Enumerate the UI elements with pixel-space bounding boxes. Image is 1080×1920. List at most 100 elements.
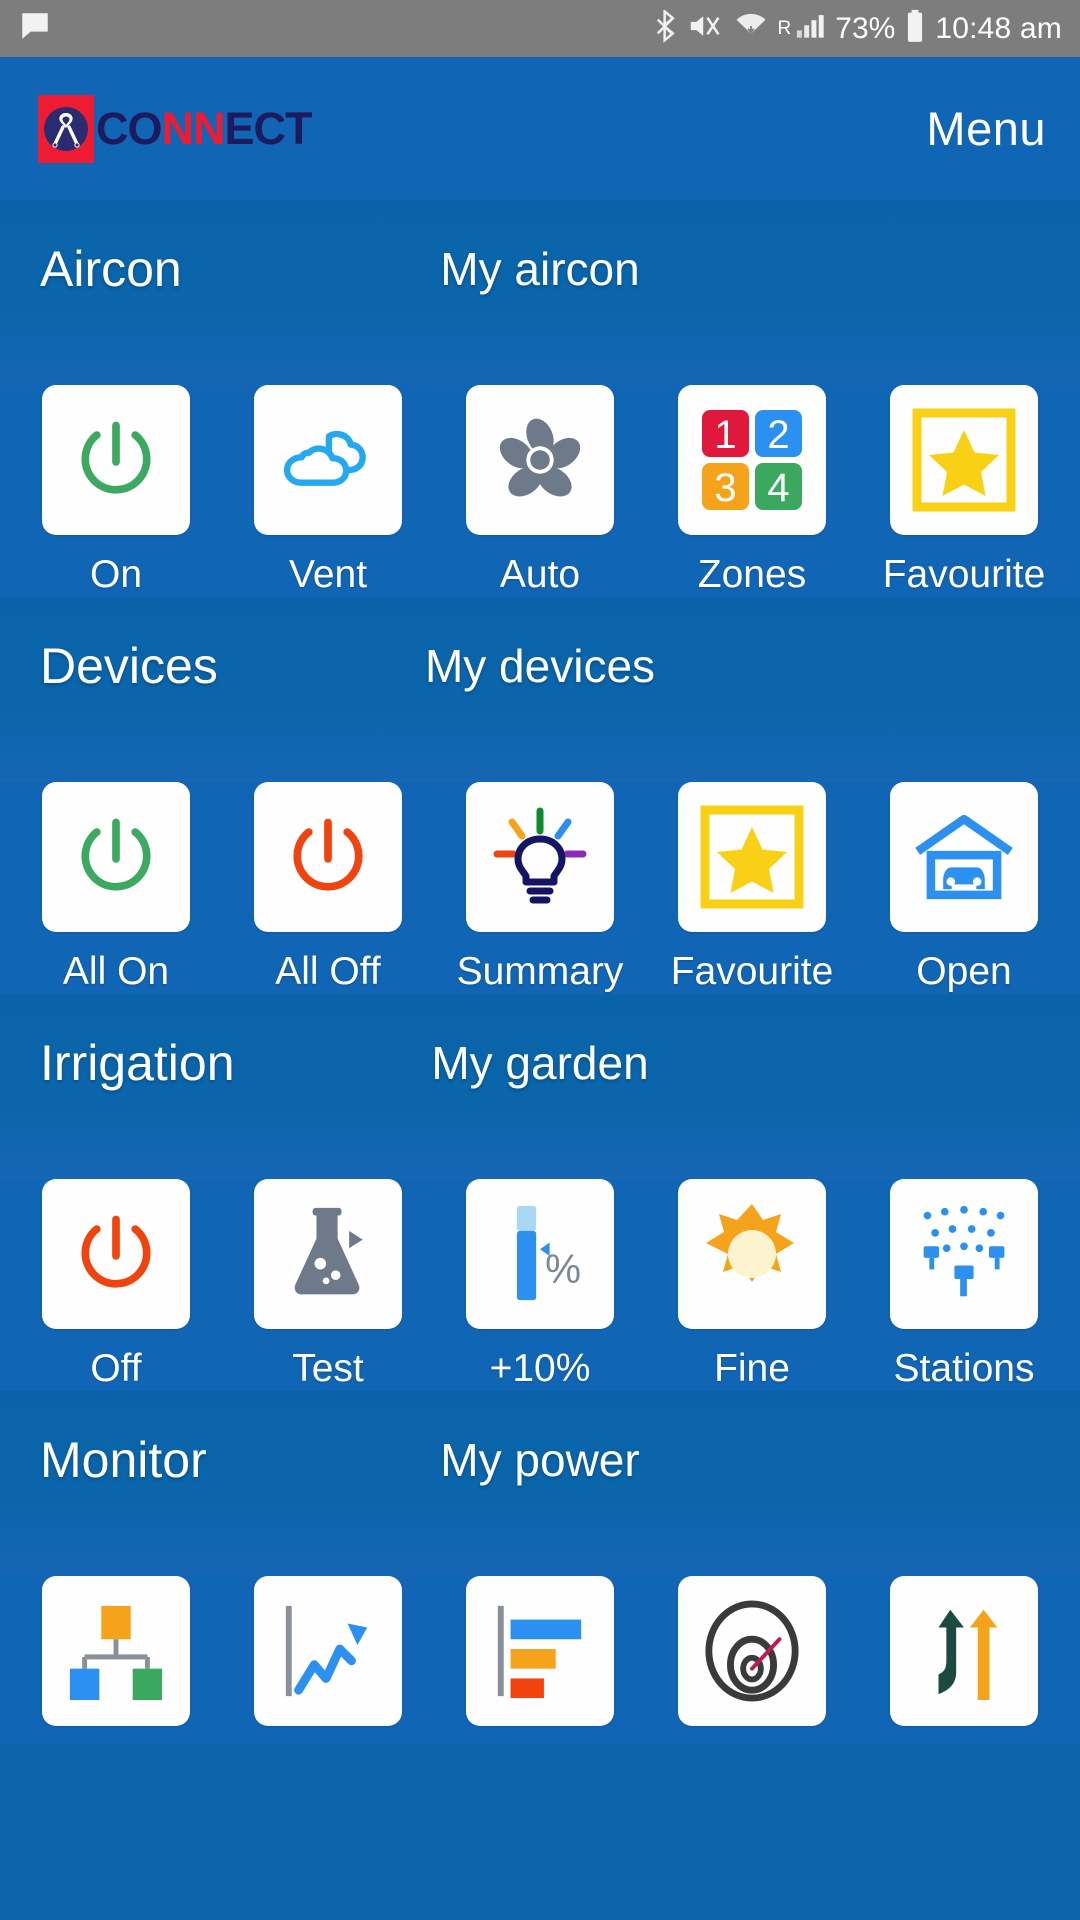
- tile-row-aircon: On Vent Auto 1 2 3 4 Zones Favourite: [0, 385, 1080, 597]
- favourite-star-icon: [700, 805, 804, 909]
- tile-label: Test: [292, 1347, 364, 1390]
- section-title-monitor: Monitor: [40, 1432, 207, 1488]
- favourite-star-icon: [912, 408, 1016, 512]
- svg-text:1: 1: [714, 413, 736, 457]
- connect-ribbon-logo: [38, 94, 94, 163]
- tile-irrigation-off[interactable]: Off: [33, 1179, 199, 1391]
- tile-monitor-bar-chart[interactable]: [457, 1576, 623, 1744]
- tile-irrigation-test[interactable]: Test: [245, 1179, 411, 1391]
- trend-line-chart-icon: [285, 1605, 368, 1697]
- tile-card[interactable]: [678, 1576, 826, 1726]
- tile-card[interactable]: [254, 385, 402, 535]
- tile-card[interactable]: 1 2 3 4: [678, 385, 826, 535]
- tile-card[interactable]: [254, 1576, 402, 1726]
- tile-monitor-import-export[interactable]: [881, 1576, 1047, 1744]
- main-content: Aircon My aircon On Vent Auto 1 2 3 4 Zo…: [0, 200, 1080, 1744]
- logo-text-co: CO: [96, 103, 162, 154]
- section-devices: Devices My devices All On All Off Summar…: [0, 597, 1080, 994]
- tile-label: Off: [90, 1347, 142, 1390]
- app-header: CONNECT Menu: [0, 57, 1080, 200]
- tile-devices-open[interactable]: Open: [881, 782, 1047, 994]
- flask-test-icon: [294, 1207, 363, 1295]
- tile-aircon-zones[interactable]: 1 2 3 4 Zones: [669, 385, 835, 597]
- tile-card[interactable]: [466, 1576, 614, 1726]
- tile-devices-all-on[interactable]: All On: [33, 782, 199, 994]
- percent-slider-icon: %: [516, 1205, 581, 1301]
- tile-irrigation-plus-10-percent[interactable]: % +10%: [457, 1179, 623, 1391]
- tile-card[interactable]: [890, 1576, 1038, 1726]
- section-title-devices: Devices: [40, 638, 218, 694]
- tile-label: Favourite: [882, 553, 1046, 596]
- tile-devices-favourite[interactable]: Favourite: [669, 782, 835, 994]
- svg-text:2: 2: [767, 413, 789, 457]
- tile-devices-all-off[interactable]: All Off: [245, 782, 411, 994]
- tile-irrigation-stations[interactable]: Stations: [881, 1179, 1047, 1391]
- section-subtitle-my-aircon: My aircon: [440, 243, 640, 295]
- cellular-signal-icon: [794, 11, 826, 46]
- import-export-arrows-icon: [938, 1609, 998, 1701]
- status-bar-clock: 10:48 am: [935, 11, 1062, 45]
- power-on-icon: [81, 818, 151, 891]
- tile-card[interactable]: [678, 1179, 826, 1329]
- tile-label: Vent: [288, 553, 368, 596]
- tile-irrigation-fine[interactable]: Fine: [669, 1179, 835, 1391]
- logo-text-nn: NN: [161, 103, 226, 154]
- status-bar: R 73% 10:48 am: [0, 0, 1080, 57]
- tile-label: All Off: [275, 950, 381, 993]
- tile-card[interactable]: [466, 782, 614, 932]
- tile-row-monitor: [0, 1576, 1080, 1744]
- svg-text:3: 3: [714, 466, 736, 510]
- tile-card[interactable]: [890, 782, 1038, 932]
- logo-text-ect: ECT: [224, 103, 313, 154]
- bluetooth-icon: [653, 8, 679, 48]
- section-monitor: Monitor My power: [0, 1391, 1080, 1744]
- section-subtitle-my-garden: My garden: [431, 1037, 649, 1089]
- app-logo-text: CONNECT: [96, 103, 313, 154]
- tile-card[interactable]: [466, 385, 614, 535]
- menu-button[interactable]: Menu: [926, 101, 1046, 156]
- battery-icon: [904, 9, 926, 48]
- section-title-aircon: Aircon: [40, 241, 182, 297]
- sun-fine-icon: [706, 1204, 794, 1282]
- roaming-indicator: R: [777, 18, 792, 39]
- tile-monitor-gauge[interactable]: [669, 1576, 835, 1744]
- tile-label: All On: [62, 950, 170, 993]
- tile-label: Stations: [893, 1347, 1035, 1390]
- tile-card[interactable]: [42, 782, 190, 932]
- section-aircon: Aircon My aircon On Vent Auto 1 2 3 4 Zo…: [0, 200, 1080, 597]
- tile-card[interactable]: [42, 385, 190, 535]
- tile-label: Zones: [697, 553, 807, 596]
- section-header-aircon: Aircon My aircon: [0, 200, 1080, 385]
- tile-label: Open: [916, 950, 1012, 993]
- tile-card[interactable]: [254, 782, 402, 932]
- section-subtitle-my-power: My power: [440, 1434, 640, 1486]
- tile-row-devices: All On All Off Summary Favourite Open: [0, 782, 1080, 994]
- lightbulb-summary-icon: [493, 807, 587, 904]
- section-subtitle-my-devices: My devices: [424, 640, 656, 692]
- tile-label: Fine: [714, 1347, 790, 1390]
- tile-aircon-favourite[interactable]: Favourite: [881, 385, 1047, 597]
- battery-percent-label: 73%: [835, 11, 896, 45]
- tile-monitor-hierarchy[interactable]: [33, 1576, 199, 1744]
- tile-card[interactable]: %: [466, 1179, 614, 1329]
- tile-card[interactable]: [890, 385, 1038, 535]
- app-logo[interactable]: CONNECT: [38, 94, 313, 163]
- tile-card[interactable]: [42, 1179, 190, 1329]
- tile-aircon-auto[interactable]: Auto: [457, 385, 623, 597]
- status-bar-left: [18, 9, 52, 48]
- section-header-monitor: Monitor My power: [0, 1391, 1080, 1576]
- tile-card[interactable]: [42, 1576, 190, 1726]
- tile-monitor-trend[interactable]: [245, 1576, 411, 1744]
- tile-aircon-vent[interactable]: Vent: [245, 385, 411, 597]
- tile-card[interactable]: [254, 1179, 402, 1329]
- tile-label: Summary: [456, 950, 624, 993]
- tile-card[interactable]: [890, 1179, 1038, 1329]
- tile-label: Auto: [499, 553, 581, 596]
- tile-label: On: [89, 553, 143, 596]
- tile-devices-summary[interactable]: Summary: [457, 782, 623, 994]
- tile-aircon-on[interactable]: On: [33, 385, 199, 597]
- tile-card[interactable]: [678, 782, 826, 932]
- fan-auto-icon: [499, 418, 581, 497]
- power-on-icon: [81, 421, 151, 494]
- zones-1234-icon: 1 2 3 4: [702, 410, 802, 510]
